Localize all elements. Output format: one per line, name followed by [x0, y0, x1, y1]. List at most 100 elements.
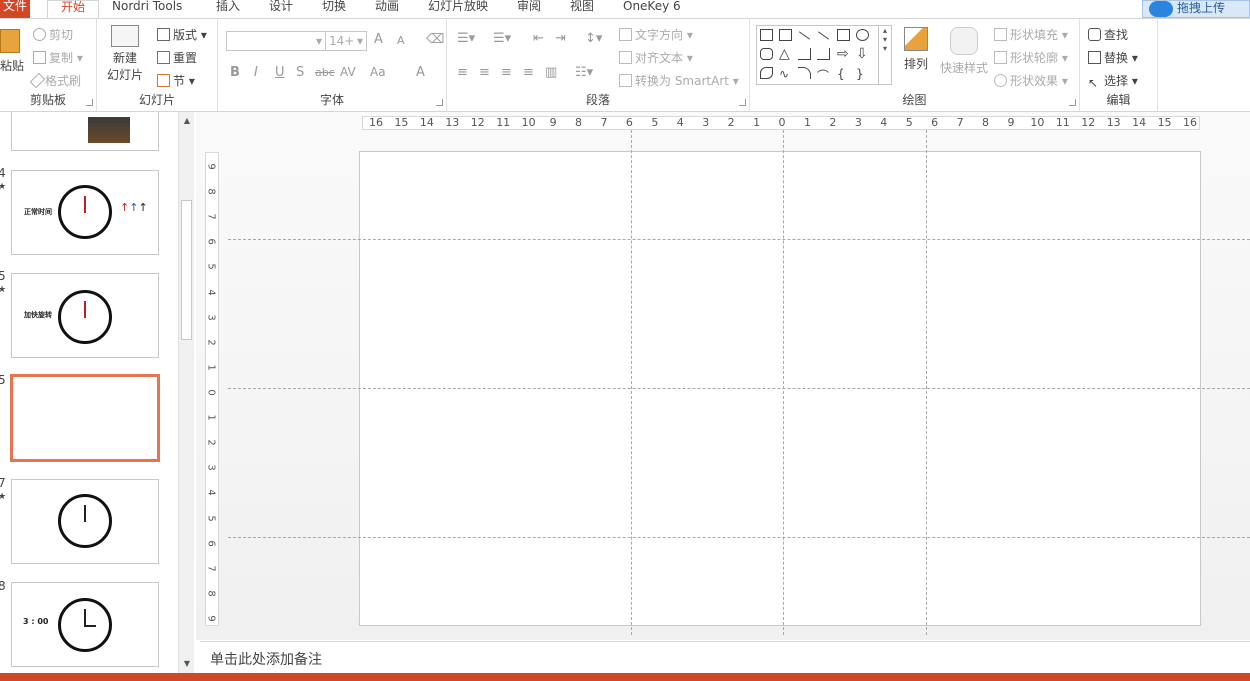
font-color-button[interactable]: A [416, 65, 425, 80]
copy-button[interactable]: 复制 ▾ [33, 49, 83, 66]
upload-button[interactable]: 拖拽上传 [1142, 0, 1250, 18]
curve-shape-icon[interactable]: ∿ [779, 67, 792, 81]
slide-thumbnail[interactable]: 正常时间 ↑↑↑ [11, 170, 159, 255]
arc-shape-icon[interactable] [798, 67, 811, 79]
right-arrow-shape-icon[interactable]: ⇨ [837, 47, 850, 61]
line-spacing-icon[interactable]: ↕▾ [585, 31, 602, 46]
rounded-rect-shape-icon[interactable] [760, 48, 773, 60]
guide-vertical[interactable] [631, 130, 632, 635]
shadow-button[interactable]: S [296, 65, 304, 80]
wave-shape-icon[interactable]: ⌒ [817, 67, 830, 83]
thumbnail-scrollbar[interactable]: ▲ ▼ [178, 112, 194, 673]
layout-button[interactable]: 版式 ▾ [157, 26, 207, 43]
justify-icon[interactable]: ≡ [523, 65, 534, 80]
scroll-up-icon[interactable]: ▲ [182, 116, 192, 126]
guide-horizontal[interactable] [228, 239, 1250, 240]
paragraph-dialog-launcher[interactable] [739, 99, 746, 106]
rectangle-shape-icon[interactable] [837, 29, 850, 41]
italic-button[interactable]: I [254, 65, 258, 80]
smartart-button[interactable]: 转换为 SmartArt ▾ [619, 72, 739, 89]
distributed-icon[interactable]: ▥ [545, 65, 557, 80]
tab-insert[interactable]: 插入 [216, 0, 240, 18]
guide-vertical[interactable] [783, 130, 784, 635]
columns-icon[interactable]: ☷▾ [575, 65, 593, 80]
shape-fill-button[interactable]: 形状填充 ▾ [994, 26, 1068, 43]
font-size-combo[interactable]: 14+ ▾ [325, 31, 367, 51]
tab-slideshow[interactable]: 幻灯片放映 [428, 0, 488, 18]
down-arrow-shape-icon[interactable]: ⇩ [856, 47, 869, 61]
new-slide-button[interactable]: 新建 幻灯片 [105, 25, 145, 83]
select-button[interactable]: ↖ 选择 ▾ [1088, 72, 1138, 90]
align-center-icon[interactable]: ≡ [479, 65, 490, 80]
textbox-shape-icon[interactable] [760, 29, 773, 41]
arrange-button[interactable]: 排列 [900, 27, 932, 72]
right-brace-shape-icon[interactable]: } [856, 67, 869, 81]
drawing-dialog-launcher[interactable] [1069, 99, 1076, 106]
replace-button[interactable]: 替换 ▾ [1088, 49, 1138, 66]
layout-icon [157, 28, 170, 41]
slide-thumbnail[interactable] [11, 479, 159, 564]
slide-thumbnail[interactable]: 3 : 00 [11, 582, 159, 667]
format-painter-button[interactable]: 格式刷 [29, 72, 81, 89]
grow-font-button[interactable]: A [374, 32, 383, 47]
status-bar [0, 673, 1250, 681]
tab-view[interactable]: 视图 [570, 0, 594, 18]
paste-button[interactable]: 粘贴 [0, 29, 24, 73]
ruler-tick-label: 12 [1081, 116, 1096, 129]
bold-button[interactable]: B [230, 65, 240, 80]
tab-onekey[interactable]: OneKey 6 [623, 0, 681, 18]
triangle-shape-icon[interactable]: △ [779, 47, 792, 61]
char-spacing-button[interactable]: AV [340, 65, 356, 79]
reset-button[interactable]: 重置 [157, 49, 197, 66]
tab-home[interactable]: 开始 [47, 0, 99, 19]
tab-design[interactable]: 设计 [269, 0, 293, 18]
section-button[interactable]: 节 ▾ [157, 72, 195, 89]
gallery-scroll[interactable]: ▴ ▾ ▾ [878, 26, 891, 84]
scroll-down-icon[interactable]: ▼ [182, 659, 192, 669]
elbow-shape-icon[interactable] [798, 48, 811, 60]
bullets-icon[interactable]: ☰▾ [457, 31, 475, 46]
strikethrough-button[interactable]: abc [315, 66, 335, 79]
elbow-arrow-shape-icon[interactable] [817, 48, 830, 60]
notes-pane[interactable]: 单击此处添加备注 [200, 641, 1250, 673]
oval-shape-icon[interactable] [856, 29, 869, 41]
underline-button[interactable]: U [275, 65, 285, 80]
clock-icon [58, 185, 112, 239]
change-case-button[interactable]: Aa [370, 65, 386, 79]
clipboard-dialog-launcher[interactable] [86, 99, 93, 106]
scrollbar-thumb[interactable] [181, 200, 192, 340]
increase-indent-icon[interactable]: ⇥ [555, 31, 566, 46]
guide-horizontal[interactable] [228, 537, 1250, 538]
guide-horizontal[interactable] [228, 388, 1250, 389]
guide-vertical[interactable] [926, 130, 927, 635]
tab-animations[interactable]: 动画 [375, 0, 399, 18]
slide-thumbnail[interactable] [11, 112, 159, 151]
slide-thumbnail-selected[interactable] [10, 374, 160, 462]
freeform-shape-icon[interactable] [760, 67, 773, 79]
shape-outline-button[interactable]: 形状轮廓 ▾ [994, 49, 1068, 66]
left-brace-shape-icon[interactable]: { [837, 67, 850, 81]
numbering-icon[interactable]: ☰▾ [493, 31, 511, 46]
tab-file[interactable]: 文件 [0, 0, 30, 18]
shrink-font-button[interactable]: A [397, 34, 405, 47]
quick-styles-button[interactable]: 快速样式 [938, 27, 990, 76]
clear-format-icon[interactable]: ⌫ [426, 32, 444, 47]
shape-effects-button[interactable]: 形状效果 ▾ [994, 72, 1068, 89]
line-shape-icon[interactable] [798, 31, 811, 40]
align-right-icon[interactable]: ≡ [501, 65, 512, 80]
tab-nordri-tools[interactable]: Nordri Tools [112, 0, 182, 18]
tab-transitions[interactable]: 切换 [322, 0, 346, 18]
align-left-icon[interactable]: ≡ [457, 65, 468, 80]
decrease-indent-icon[interactable]: ⇤ [533, 31, 544, 46]
font-dialog-launcher[interactable] [436, 99, 443, 106]
vertical-textbox-shape-icon[interactable] [779, 29, 792, 41]
shapes-gallery[interactable]: △ ⇨ ⇩ ∿ ⌒ { } ▴ ▾ ▾ [756, 25, 892, 85]
font-name-combo[interactable]: ▾ [226, 31, 326, 51]
find-button[interactable]: 查找 [1088, 26, 1128, 43]
cut-button[interactable]: 剪切 [33, 26, 73, 43]
tab-review[interactable]: 审阅 [517, 0, 541, 18]
arrow-line-shape-icon[interactable] [817, 31, 830, 40]
slide-thumbnail[interactable]: 加快旋转 [11, 273, 159, 358]
text-direction-button[interactable]: 文字方向 ▾ [619, 26, 693, 43]
align-text-button[interactable]: 对齐文本 ▾ [619, 49, 693, 66]
